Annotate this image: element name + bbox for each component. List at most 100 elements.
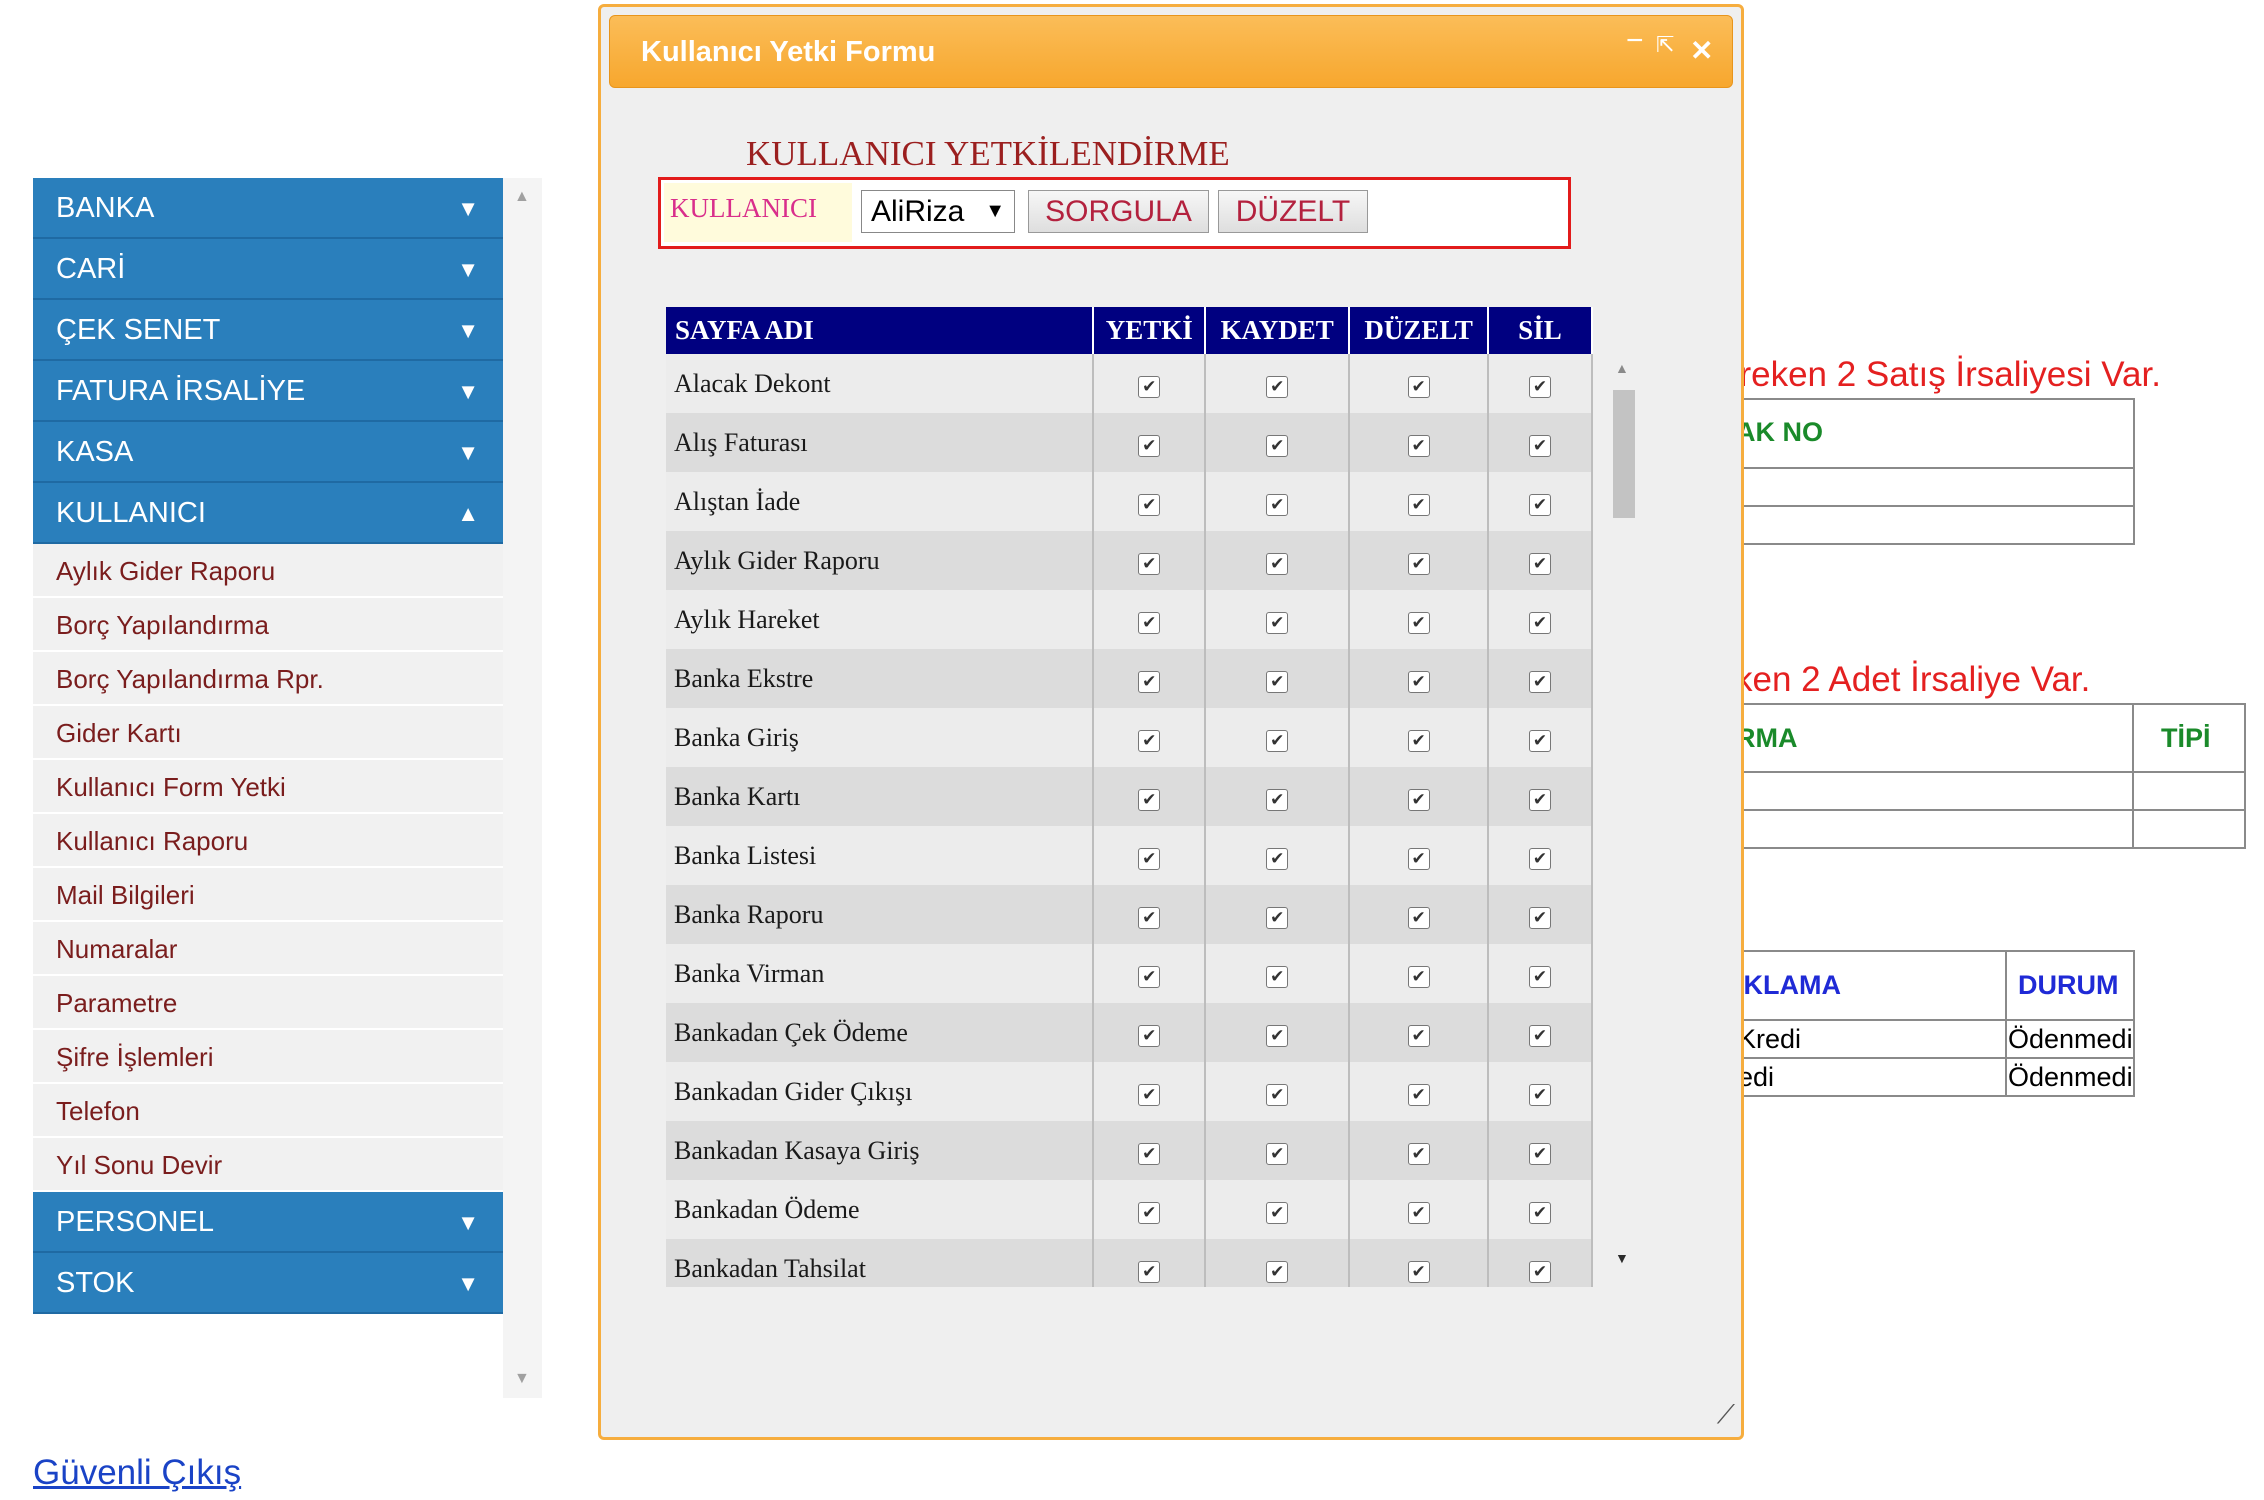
permission-checkbox[interactable]: ✔ <box>1138 729 1161 752</box>
permission-checkbox[interactable]: ✔ <box>1407 788 1430 811</box>
permission-checkbox[interactable]: ✔ <box>1138 1083 1161 1106</box>
permission-checkbox[interactable]: ✔ <box>1528 788 1551 811</box>
permission-checkbox[interactable]: ✔ <box>1266 1024 1289 1047</box>
user-select[interactable]: AliRiza ▼ <box>861 190 1015 233</box>
permission-checkbox[interactable]: ✔ <box>1266 729 1289 752</box>
permission-checkbox[interactable]: ✔ <box>1528 670 1551 693</box>
permission-checkbox[interactable]: ✔ <box>1407 1083 1430 1106</box>
menu-section-fatura-i-rsali-ye[interactable]: FATURA İRSALİYE ▼ <box>33 361 503 422</box>
permission-checkbox[interactable]: ✔ <box>1407 611 1430 634</box>
permission-checkbox[interactable]: ✔ <box>1528 493 1551 516</box>
permission-checkbox[interactable]: ✔ <box>1138 1260 1161 1283</box>
scroll-up-icon[interactable]: ▲ <box>514 188 530 206</box>
menu-item[interactable]: Parametre <box>33 976 503 1030</box>
permission-checkbox[interactable]: ✔ <box>1528 1142 1551 1165</box>
scroll-down-icon[interactable]: ▼ <box>1615 1250 1629 1266</box>
permission-checkbox[interactable]: ✔ <box>1407 375 1430 398</box>
permission-checkbox[interactable]: ✔ <box>1266 375 1289 398</box>
permission-checkbox[interactable]: ✔ <box>1407 847 1430 870</box>
permission-checkbox[interactable]: ✔ <box>1528 434 1551 457</box>
menu-section-kasa[interactable]: KASA ▼ <box>33 422 503 483</box>
menu-item[interactable]: Gider Kartı <box>33 706 503 760</box>
menu-item[interactable]: Kullanıcı Raporu <box>33 814 503 868</box>
permission-checkbox[interactable]: ✔ <box>1528 552 1551 575</box>
menu-section-cari-[interactable]: CARİ ▼ <box>33 239 503 300</box>
permission-checkbox[interactable]: ✔ <box>1407 906 1430 929</box>
popout-icon[interactable]: ⇱ <box>1656 32 1674 58</box>
edit-button[interactable]: DÜZELT <box>1218 190 1368 233</box>
permission-checkbox[interactable]: ✔ <box>1528 906 1551 929</box>
permission-grid-container[interactable]: SAYFA ADI YETKİ KAYDET DÜZELT SİL Alacak Dek… <box>666 307 1593 1287</box>
menu-item[interactable]: Yıl Sonu Devir <box>33 1138 503 1192</box>
permission-checkbox[interactable]: ✔ <box>1528 1083 1551 1106</box>
menu-item[interactable]: Borç Yapılandırma Rpr. <box>33 652 503 706</box>
permission-checkbox[interactable]: ✔ <box>1266 847 1289 870</box>
permission-checkbox[interactable]: ✔ <box>1266 1142 1289 1165</box>
menu-item[interactable]: Mail Bilgileri <box>33 868 503 922</box>
permission-checkbox[interactable]: ✔ <box>1138 434 1161 457</box>
permission-checkbox[interactable]: ✔ <box>1266 611 1289 634</box>
menu-item[interactable]: Borç Yapılandırma <box>33 598 503 652</box>
permission-checkbox[interactable]: ✔ <box>1138 788 1161 811</box>
menu-section-kullanici[interactable]: KULLANICI ▲ <box>33 483 503 544</box>
permission-checkbox[interactable]: ✔ <box>1266 906 1289 929</box>
permission-checkbox[interactable]: ✔ <box>1407 493 1430 516</box>
permission-checkbox[interactable]: ✔ <box>1266 493 1289 516</box>
permission-checkbox[interactable]: ✔ <box>1138 1024 1161 1047</box>
permission-checkbox[interactable]: ✔ <box>1138 1201 1161 1224</box>
permission-checkbox[interactable]: ✔ <box>1138 906 1161 929</box>
permission-checkbox[interactable]: ✔ <box>1266 552 1289 575</box>
permission-checkbox[interactable]: ✔ <box>1138 1142 1161 1165</box>
permission-checkbox[interactable]: ✔ <box>1266 1083 1289 1106</box>
permission-checkbox[interactable]: ✔ <box>1528 1024 1551 1047</box>
permission-checkbox[interactable]: ✔ <box>1266 1201 1289 1224</box>
close-icon[interactable]: ✕ <box>1690 34 1713 67</box>
permission-checkbox[interactable]: ✔ <box>1407 965 1430 988</box>
menu-section--ek-senet[interactable]: ÇEK SENET ▼ <box>33 300 503 361</box>
permission-checkbox[interactable]: ✔ <box>1528 1260 1551 1283</box>
permission-checkbox[interactable]: ✔ <box>1138 552 1161 575</box>
permission-checkbox[interactable]: ✔ <box>1528 729 1551 752</box>
permission-checkbox[interactable]: ✔ <box>1407 729 1430 752</box>
menu-section-banka[interactable]: BANKA ▼ <box>33 178 503 239</box>
permission-checkbox[interactable]: ✔ <box>1407 1142 1430 1165</box>
permission-checkbox[interactable]: ✔ <box>1138 670 1161 693</box>
permission-checkbox[interactable]: ✔ <box>1407 552 1430 575</box>
menu-scrollbar[interactable]: ▲ ▼ <box>503 178 542 1398</box>
permission-checkbox[interactable]: ✔ <box>1407 1024 1430 1047</box>
dialog-title-bar[interactable]: Kullanıcı Yetki Formu − ⇱ ✕ <box>609 15 1733 88</box>
permission-checkbox[interactable]: ✔ <box>1407 670 1430 693</box>
permission-checkbox[interactable]: ✔ <box>1528 847 1551 870</box>
permission-checkbox[interactable]: ✔ <box>1528 1201 1551 1224</box>
permission-checkbox[interactable]: ✔ <box>1138 611 1161 634</box>
permission-checkbox[interactable]: ✔ <box>1266 788 1289 811</box>
permission-checkbox[interactable]: ✔ <box>1528 965 1551 988</box>
menu-section-stok[interactable]: STOK ▼ <box>33 1253 503 1314</box>
menu-item[interactable]: Telefon <box>33 1084 503 1138</box>
permission-checkbox[interactable]: ✔ <box>1407 434 1430 457</box>
resize-handle-icon[interactable]: ⟋ <box>1717 1399 1735 1431</box>
scroll-down-icon[interactable]: ▼ <box>514 1370 530 1388</box>
menu-section-personel[interactable]: PERSONEL ▼ <box>33 1192 503 1253</box>
query-button[interactable]: SORGULA <box>1028 190 1209 233</box>
permission-checkbox[interactable]: ✔ <box>1266 670 1289 693</box>
permission-checkbox[interactable]: ✔ <box>1138 493 1161 516</box>
permission-checkbox[interactable]: ✔ <box>1266 434 1289 457</box>
scrollbar-thumb[interactable] <box>1613 390 1635 518</box>
logout-link[interactable]: Güvenli Çıkış <box>33 1453 241 1493</box>
menu-item[interactable]: Şifre İşlemleri <box>33 1030 503 1084</box>
permission-checkbox[interactable]: ✔ <box>1528 375 1551 398</box>
permission-checkbox[interactable]: ✔ <box>1407 1260 1430 1283</box>
permission-checkbox[interactable]: ✔ <box>1528 611 1551 634</box>
permission-checkbox[interactable]: ✔ <box>1138 847 1161 870</box>
minimize-icon[interactable]: − <box>1626 24 1644 58</box>
permission-checkbox[interactable]: ✔ <box>1138 375 1161 398</box>
menu-item[interactable]: Aylık Gider Raporu <box>33 544 503 598</box>
menu-item[interactable]: Numaralar <box>33 922 503 976</box>
permission-checkbox[interactable]: ✔ <box>1266 965 1289 988</box>
menu-item[interactable]: Kullanıcı Form Yetki <box>33 760 503 814</box>
scroll-up-icon[interactable]: ▲ <box>1615 360 1629 376</box>
permission-checkbox[interactable]: ✔ <box>1138 965 1161 988</box>
permission-checkbox[interactable]: ✔ <box>1266 1260 1289 1283</box>
permission-checkbox[interactable]: ✔ <box>1407 1201 1430 1224</box>
